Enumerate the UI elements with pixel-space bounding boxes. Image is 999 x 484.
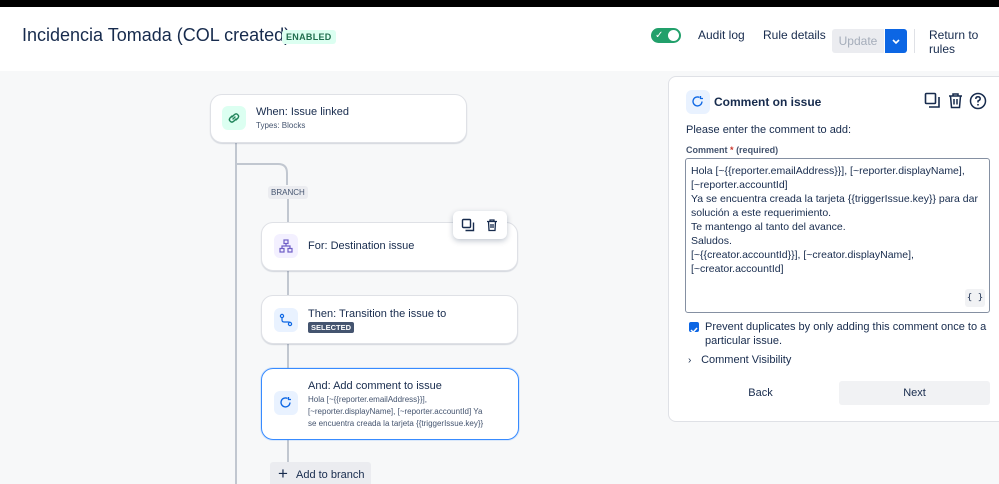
comment-label-text: Comment xyxy=(686,145,728,155)
comment-field-label: Comment * (required) xyxy=(686,145,778,155)
transition-icon xyxy=(274,308,298,332)
comment-preview-line: [~reporter.displayName], [~reporter.acco… xyxy=(308,407,483,416)
prevent-duplicates-label: Prevent duplicates by only adding this c… xyxy=(705,320,986,348)
branch-connector xyxy=(287,440,289,462)
update-button[interactable]: Update xyxy=(832,29,884,53)
header-divider xyxy=(914,29,915,53)
check-icon xyxy=(690,327,698,334)
required-text: (required) xyxy=(736,145,779,155)
comment-visibility-toggle[interactable]: › Comment Visibility xyxy=(688,354,791,366)
prevent-duplicates-checkbox[interactable] xyxy=(689,322,699,334)
branch-connector xyxy=(287,270,289,296)
prevent-duplicates-line: particular issue. xyxy=(705,335,783,347)
transition-action-title: Then: Transition the issue to xyxy=(308,308,447,320)
prevent-duplicates-line: Prevent duplicates by only adding this c… xyxy=(705,321,987,333)
trigger-title: When: Issue linked xyxy=(256,106,349,118)
branch-title: For: Destination issue xyxy=(308,240,415,252)
back-button[interactable]: Back xyxy=(685,381,836,405)
card-actions xyxy=(453,211,507,239)
plus-icon: + xyxy=(278,464,288,483)
comment-visibility-label: Comment Visibility xyxy=(701,354,792,366)
duplicate-icon[interactable] xyxy=(461,218,475,232)
comment-action-title: And: Add comment to issue xyxy=(308,380,442,392)
comment-refresh-icon xyxy=(274,391,298,415)
trash-icon[interactable] xyxy=(485,218,499,232)
smart-values-button[interactable]: { } xyxy=(965,289,985,307)
duplicate-icon[interactable] xyxy=(924,92,941,109)
hierarchy-icon xyxy=(274,234,298,258)
rule-details-button[interactable]: Rule details xyxy=(763,28,826,42)
next-button[interactable]: Next xyxy=(839,381,990,405)
required-marker: * xyxy=(730,145,734,155)
comment-refresh-icon xyxy=(686,90,710,114)
comment-value: Hola [~{{reporter.emailAddress}}], [~rep… xyxy=(691,165,978,275)
branch-connector xyxy=(287,198,289,224)
add-to-branch-button[interactable]: + Add to branch xyxy=(270,462,371,484)
flow-connector xyxy=(235,140,237,484)
toggle-knob xyxy=(668,30,679,41)
panel-title: Comment on issue xyxy=(714,95,822,109)
comment-textarea[interactable]: Hola [~{{reporter.emailAddress}}], [~rep… xyxy=(685,158,990,313)
chevron-down-icon xyxy=(892,39,900,45)
trigger-card[interactable] xyxy=(210,94,467,143)
help-icon[interactable] xyxy=(969,92,987,110)
comment-action-preview: Hola [~{{reporter.emailAddress}}], [~rep… xyxy=(308,394,483,430)
branch-tag: BRANCH xyxy=(268,186,308,199)
trigger-subtitle: Types: Blocks xyxy=(256,121,306,130)
check-icon: ✓ xyxy=(655,30,664,41)
add-to-branch-label: Add to branch xyxy=(296,469,365,481)
return-to-rules-button[interactable]: Return to rules xyxy=(929,28,999,56)
branch-connector xyxy=(236,163,288,185)
comment-preview-line: Hola [~{{reporter.emailAddress}}], xyxy=(308,395,427,404)
status-badge: ENABLED xyxy=(282,30,336,44)
update-dropdown-button[interactable] xyxy=(885,29,907,53)
audit-log-button[interactable]: Audit log xyxy=(698,28,745,42)
top-bar xyxy=(0,0,999,7)
chevron-right-icon: › xyxy=(688,355,692,366)
comment-preview-line: se encuentra creada la tarjeta {{trigger… xyxy=(308,419,484,428)
branch-connector xyxy=(287,344,289,370)
trash-icon[interactable] xyxy=(947,92,964,109)
rule-enabled-toggle[interactable]: ✓ xyxy=(651,28,681,43)
link-icon xyxy=(222,106,246,130)
page-title: Incidencia Tomada (COL created) xyxy=(22,25,291,45)
comment-prompt: Please enter the comment to add: xyxy=(686,124,852,136)
selected-badge: SELECTED xyxy=(308,322,355,333)
